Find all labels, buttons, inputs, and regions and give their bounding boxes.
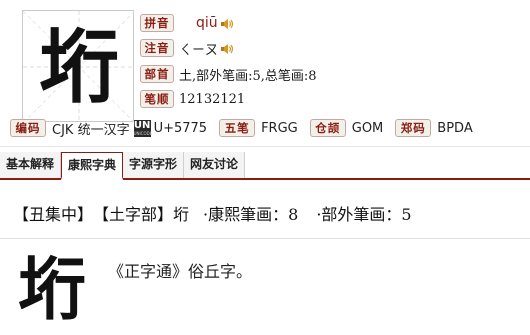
kangxi-ji: 【丑集中】: [13, 205, 94, 224]
entry-character: 垳: [18, 250, 87, 330]
speaker-icon[interactable]: [220, 16, 234, 30]
stroke-order-label: 笔顺: [140, 90, 174, 108]
zhuyin-row: 注音 ㄑㄧㄡ: [140, 38, 234, 58]
pinyin-label: 拼音: [140, 14, 174, 32]
pinyin-row: 拼音 qiū: [140, 13, 234, 33]
bianma-label: 编码: [10, 119, 46, 137]
wubi-label: 五笔: [219, 119, 256, 137]
tab-basic-explanation[interactable]: 基本解释: [0, 152, 62, 178]
divider: [0, 238, 530, 239]
tab-kangxi-dictionary[interactable]: 康熙字典: [61, 152, 124, 180]
radical-value: 土,部外笔画:5,总笔画:8: [179, 68, 317, 84]
radical-row: 部首 土,部外笔画:5,总笔画:8: [140, 64, 317, 84]
codes-row: 编码 CJK 统一汉字 UN UNICODE U+5775 五笔 FRGG 仓颉 …: [10, 118, 530, 138]
character-large: 垳: [39, 20, 119, 114]
kangxi-strokes: ·康熙筆画：8: [203, 205, 299, 224]
unicode-badge-subtext: UNICODE: [133, 130, 153, 136]
entry-text: 《正字通》俗丘字。: [108, 262, 253, 281]
kangxi-bu: 【土字部】: [93, 205, 174, 224]
wubi-value: FRGG: [261, 120, 298, 136]
zhengma-label: 郑码: [395, 119, 432, 137]
divider: [0, 146, 530, 147]
cangjie-label: 仓颉: [309, 119, 346, 137]
speaker-icon[interactable]: [220, 41, 234, 55]
radical-label: 部首: [140, 65, 174, 83]
bianma-value: CJK 统一汉字: [52, 122, 130, 138]
stroke-order-row: 笔顺 12132121: [140, 89, 245, 109]
unicode-badge-text: UN: [133, 119, 151, 131]
kangxi-char: 垳: [173, 205, 190, 224]
zhuyin-label: 注音: [140, 39, 174, 57]
unicode-icon: UN UNICODE: [133, 119, 153, 137]
outside-strokes: ·部外筆画：5: [316, 205, 412, 224]
tab-user-discussion[interactable]: 网友讨论: [184, 152, 246, 178]
cangjie-value: GOM: [351, 120, 384, 136]
zhuyin-value: ㄑㄧㄡ: [179, 42, 219, 58]
unicode-value: U+5775: [153, 120, 208, 136]
kangxi-header: 【丑集中】 【土字部】 垳 ·康熙筆画：8 ·部外筆画：5: [13, 200, 412, 226]
stroke-order-value: 12132121: [179, 91, 246, 107]
pinyin-value: qiū: [196, 15, 218, 31]
tab-character-origin[interactable]: 字源字形: [123, 152, 185, 178]
tab-bar: 基本解释 康熙字典 字源字形 网友讨论: [0, 152, 530, 180]
zhengma-value: BPDA: [437, 120, 473, 136]
character-display-box: 垳: [22, 10, 135, 123]
